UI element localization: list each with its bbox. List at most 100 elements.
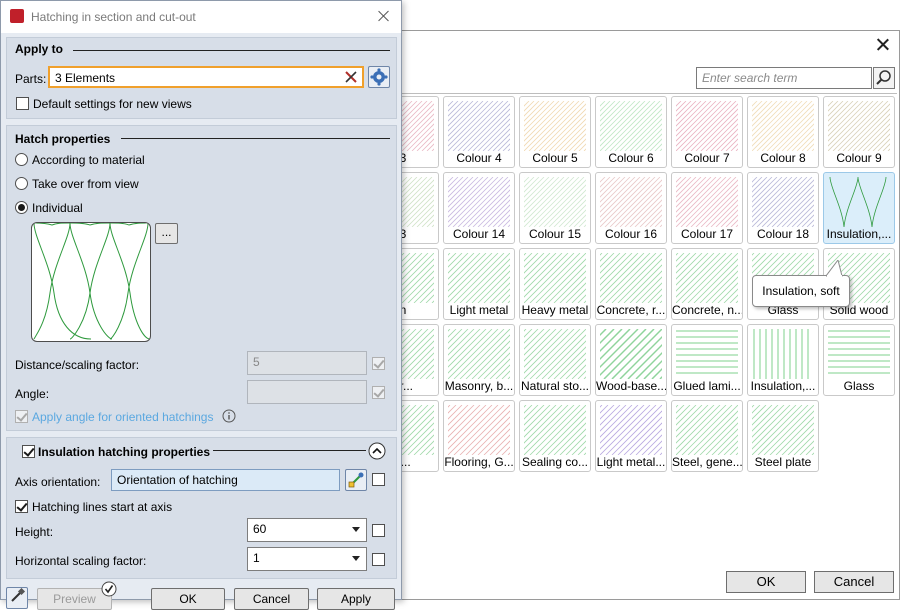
- hatch-tile[interactable]: Colour 9: [823, 96, 895, 168]
- hatch-tile[interactable]: Heavy metal: [519, 248, 591, 320]
- hatch-line: [448, 329, 469, 350]
- hatch-tile-label: Wood-base...: [596, 379, 666, 393]
- hatch-pattern-icon: [524, 405, 586, 455]
- radio-individual[interactable]: [15, 201, 28, 214]
- distance-field[interactable]: 5: [247, 351, 367, 375]
- hatch-tile[interactable]: Natural sto...: [519, 324, 591, 396]
- apply-button[interactable]: Apply: [317, 588, 395, 610]
- hatch-tile-label: Masonry, b...: [444, 379, 514, 393]
- hscale-lock-checkbox[interactable]: [372, 553, 385, 566]
- distance-lock-checkbox[interactable]: [372, 357, 385, 370]
- hatch-line: [600, 405, 621, 426]
- title-bar: Hatching in section and cut-out: [1, 1, 401, 33]
- collapse-section-icon[interactable]: [368, 442, 386, 460]
- hatch-tile-label: Colour 6: [608, 151, 654, 165]
- cancel-button[interactable]: Cancel: [234, 588, 309, 610]
- hatch-tile-label: Natural sto...: [520, 379, 590, 393]
- hatch-line: [401, 405, 434, 439]
- picker-close-icon[interactable]: [875, 37, 891, 53]
- hatch-tile-label: Concrete, r...: [596, 303, 666, 317]
- clear-selection-icon[interactable]: [344, 70, 358, 84]
- hatch-tile[interactable]: Steel plate: [747, 400, 819, 472]
- hatch-tile-label: Colour 7: [684, 151, 730, 165]
- hatch-tile[interactable]: Light metal: [443, 248, 515, 320]
- hatch-line: [411, 128, 434, 151]
- height-dropdown[interactable]: 60: [247, 518, 367, 542]
- hatch-line: [553, 422, 586, 455]
- height-lock-checkbox[interactable]: [372, 524, 385, 537]
- select-parts-button[interactable]: [368, 66, 390, 88]
- hatching-dialog: Hatching in section and cut-out Apply to…: [0, 0, 402, 610]
- hatch-line: [752, 405, 773, 426]
- picker-cancel-button[interactable]: Cancel: [814, 571, 894, 593]
- hatch-pattern-icon: [401, 329, 434, 379]
- hatch-tile[interactable]: Flooring, G...: [443, 400, 515, 472]
- hatch-tile[interactable]: Wood-base...: [595, 324, 667, 396]
- hatch-line: [715, 128, 738, 151]
- more-options-button[interactable]: ...: [155, 223, 178, 244]
- hatch-tile[interactable]: Glass: [823, 324, 895, 396]
- pipette-button[interactable]: [6, 587, 28, 609]
- hatch-line: [857, 270, 890, 303]
- hatch-line: [467, 184, 510, 227]
- hatch-line: [524, 253, 545, 274]
- hatch-pattern-icon: [600, 405, 662, 455]
- hatch-tile[interactable]: 3: [401, 172, 439, 244]
- hatch-tile[interactable]: Colour 6: [595, 96, 667, 168]
- hatch-tile[interactable]: Colour 18: [747, 172, 819, 244]
- insulation-enable-checkbox[interactable]: [22, 445, 35, 458]
- start-at-axis-checkbox[interactable]: [15, 500, 28, 513]
- search-input[interactable]: [696, 67, 872, 89]
- hatch-preview: [31, 222, 151, 342]
- hatch-tile[interactable]: Colour 8: [747, 96, 819, 168]
- hatch-tile[interactable]: Glued lami...: [671, 324, 743, 396]
- angle-lock-checkbox[interactable]: [372, 386, 385, 399]
- hatch-tile[interactable]: Colour 15: [519, 172, 591, 244]
- picker-ok-button[interactable]: OK: [726, 571, 806, 593]
- axis-lock-checkbox[interactable]: [372, 473, 385, 486]
- hatch-line: [487, 204, 510, 227]
- hatch-line: [502, 219, 510, 227]
- parts-field[interactable]: 3 Elements: [48, 66, 364, 88]
- hatch-tile[interactable]: Colour 14: [443, 172, 515, 244]
- ok-button[interactable]: OK: [151, 588, 225, 610]
- hatch-tile[interactable]: Colour 7: [671, 96, 743, 168]
- hatch-pattern-icon: [828, 101, 890, 151]
- hatch-tile[interactable]: Colour 17: [671, 172, 743, 244]
- hatch-tile[interactable]: Insulation,...: [823, 172, 895, 244]
- axis-orientation-field[interactable]: Orientation of hatching: [111, 469, 340, 491]
- hatch-line: [629, 422, 662, 455]
- hatch-tile[interactable]: Masonry, b...: [443, 324, 515, 396]
- radio-according-to-material[interactable]: [15, 153, 28, 166]
- hatch-tile[interactable]: Colour 16: [595, 172, 667, 244]
- hatch-line: [487, 128, 510, 151]
- hatch-tile[interactable]: li...: [401, 400, 439, 472]
- hatch-line: [676, 253, 697, 274]
- hatch-tile[interactable]: Sealing co...: [519, 400, 591, 472]
- hatch-tile[interactable]: Colour 5: [519, 96, 591, 168]
- hatch-line: [578, 143, 586, 151]
- close-icon[interactable]: [377, 9, 391, 23]
- hatch-tile[interactable]: n: [401, 248, 439, 320]
- hatch-tile[interactable]: Concrete, n...: [671, 248, 743, 320]
- hatch-tile[interactable]: Colour 4: [443, 96, 515, 168]
- hatch-tile[interactable]: Concrete, r...: [595, 248, 667, 320]
- hatch-pattern-icon: [600, 253, 662, 303]
- hatch-properties-header: Hatch properties: [15, 132, 111, 146]
- height-label: Height:: [15, 525, 54, 539]
- hatch-pattern-icon: [676, 177, 738, 227]
- hatch-tile[interactable]: er...: [401, 324, 439, 396]
- hatch-line: [477, 422, 510, 455]
- hatch-tile[interactable]: Steel, gene...: [671, 400, 743, 472]
- hatch-tile[interactable]: Insulation,...: [747, 324, 819, 396]
- hatch-tile[interactable]: 3: [401, 96, 439, 168]
- search-button[interactable]: [873, 67, 895, 89]
- axis-pick-button[interactable]: [345, 469, 367, 491]
- default-settings-checkbox[interactable]: [16, 97, 29, 110]
- radio-take-over-from-view[interactable]: [15, 177, 28, 190]
- apply-angle-checkbox[interactable]: [15, 410, 28, 423]
- info-icon[interactable]: [222, 409, 236, 423]
- angle-field[interactable]: [247, 380, 367, 404]
- hatch-tile[interactable]: Light metal...: [595, 400, 667, 472]
- hscale-dropdown[interactable]: 1: [247, 547, 367, 571]
